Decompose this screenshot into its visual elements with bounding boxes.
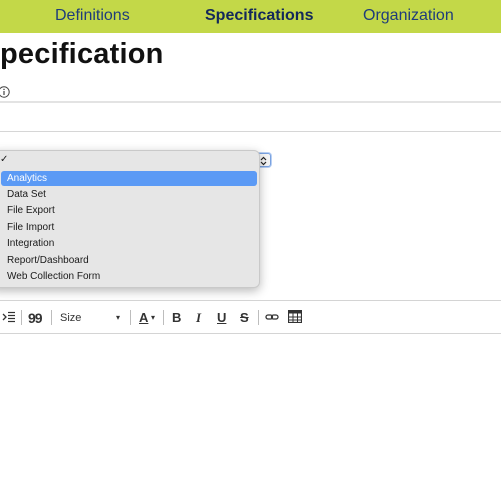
dropdown-option-file-import[interactable]: File Import (1, 220, 257, 235)
dropdown-option-integration[interactable]: Integration (1, 236, 257, 251)
toolbar-separator (130, 310, 131, 325)
chevron-down-icon[interactable]: ▾ (116, 309, 120, 327)
dropdown-option-data-set[interactable]: Data Set (1, 187, 257, 202)
tab-specifications[interactable]: Specifications (205, 7, 313, 25)
rich-text-editor-area[interactable] (0, 334, 501, 500)
tab-organization[interactable]: Organization (363, 7, 454, 25)
dropdown-option-analytics[interactable]: Analytics (1, 171, 257, 186)
size-select[interactable]: Size (60, 309, 81, 327)
tab-definitions[interactable]: Definitions (55, 7, 130, 25)
toolbar-separator (21, 310, 22, 325)
toolbar-separator (51, 310, 52, 325)
info-icon[interactable] (0, 85, 10, 98)
top-navigation: Definitions Specifications Organization (0, 0, 501, 33)
check-mark-icon: ✓ (0, 154, 9, 165)
dropdown-option-web-collection-form[interactable]: Web Collection Form (1, 269, 257, 284)
link-icon[interactable] (265, 311, 279, 329)
type-dropdown-menu: ✓ Analytics Data Set File Export File Im… (0, 150, 260, 288)
bold-button[interactable]: B (172, 309, 181, 327)
divider (0, 101, 501, 103)
dropdown-option-report-dashboard[interactable]: Report/Dashboard (1, 253, 257, 268)
page-title: pecification (0, 38, 164, 70)
indent-icon[interactable] (2, 310, 16, 328)
table-icon[interactable] (288, 310, 302, 328)
chevron-down-icon[interactable]: ▾ (151, 309, 155, 327)
font-color-button[interactable]: A (139, 309, 148, 327)
blockquote-button[interactable]: 99 (28, 309, 43, 327)
italic-button[interactable]: I (196, 309, 201, 327)
editor-toolbar: 99 Size ▾ A ▾ B I U S (0, 300, 501, 334)
dropdown-option-file-export[interactable]: File Export (1, 203, 257, 218)
toolbar-separator (163, 310, 164, 325)
underline-button[interactable]: U (217, 309, 226, 327)
divider (0, 131, 501, 132)
toolbar-separator (258, 310, 259, 325)
strikethrough-button[interactable]: S (240, 309, 249, 327)
